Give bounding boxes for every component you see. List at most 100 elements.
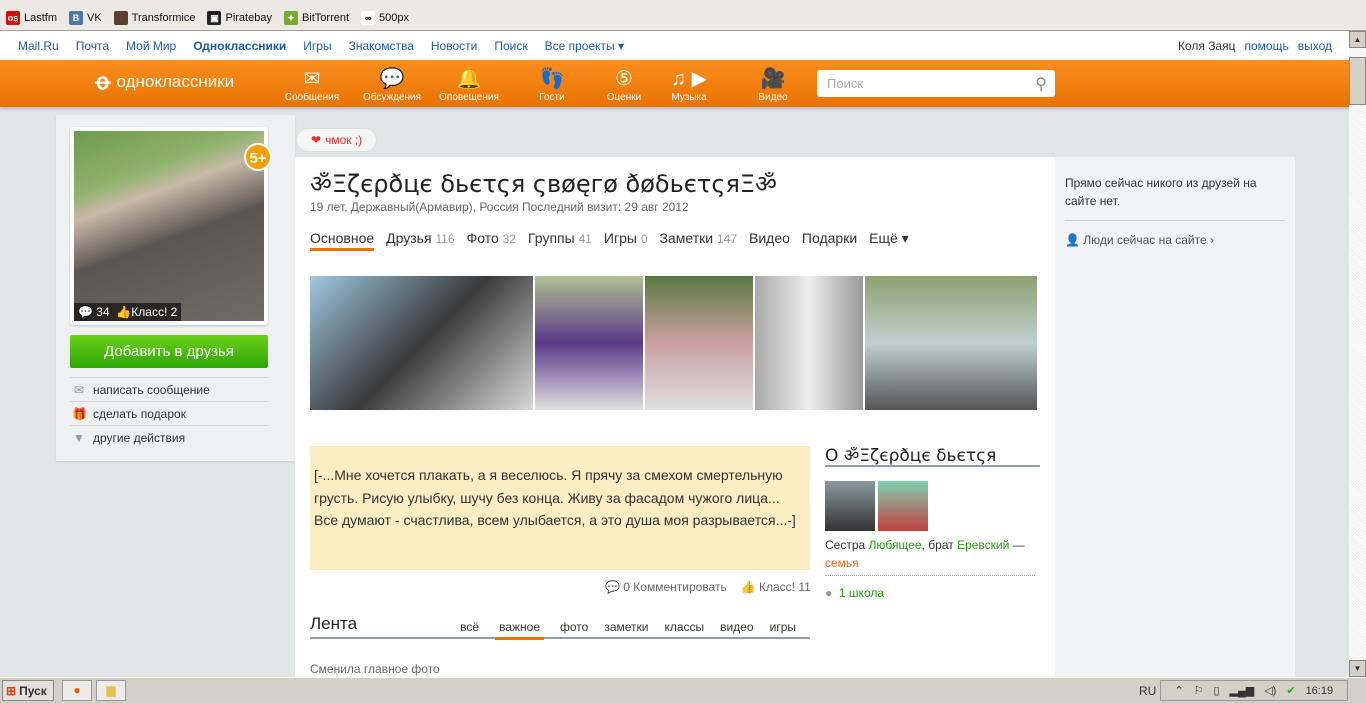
tool-label: Видео	[758, 92, 788, 103]
profile-tab[interactable]: Основное	[310, 230, 375, 251]
photo-thumb[interactable]	[535, 276, 643, 410]
header-guests-button[interactable]: 👣 Гости	[517, 66, 587, 103]
status-actions: 💬 0 Комментировать 👍 Класс! 11	[605, 580, 811, 594]
school-link[interactable]: ● 1 школа	[825, 575, 1035, 600]
nav-search[interactable]: Поиск	[494, 39, 527, 53]
profile-tab[interactable]: Подарки	[802, 230, 857, 251]
profile-tab[interactable]: Ещё ▾	[869, 230, 909, 251]
sister-link[interactable]: Любящее	[869, 538, 922, 552]
tab-label: Видео	[749, 230, 790, 246]
status-text: [-...Мне хочется плакать, а я веселюсь. …	[310, 446, 810, 570]
scroll-down-button[interactable]: ▼	[1349, 660, 1366, 677]
feed-tab[interactable]: важное	[495, 620, 544, 640]
avatar-stats: 💬 34 👍Класс! 2	[74, 303, 182, 321]
header-video-button[interactable]: 🎥 Видео	[738, 66, 808, 103]
avatar[interactable]: 💬 34 👍Класс! 2	[70, 127, 268, 325]
flag-icon[interactable]: ⚐	[1194, 684, 1204, 697]
online-friends-text: Прямо сейчас никого из друзей на сайте н…	[1065, 176, 1257, 208]
windows-icon: ⊞	[6, 683, 17, 698]
gift-status[interactable]: ❤ чмок ;)	[296, 128, 378, 152]
user-name[interactable]: Коля Заяц	[1178, 39, 1236, 53]
network-icon[interactable]: ✔	[1286, 684, 1295, 697]
feed-header: Лента всё важное фото заметки классы видео игры	[310, 614, 810, 640]
profile-tab[interactable]: Заметки 147	[660, 230, 737, 251]
start-button[interactable]: ⊞ Пуск	[2, 680, 54, 701]
photo-thumb[interactable]	[645, 276, 753, 410]
transformice-icon	[113, 11, 128, 25]
status-klass-button[interactable]: 👍 Класс! 11	[741, 580, 811, 594]
bookmarks-bar: os Lastfm B VK Transformice ▣ Piratebay ✦ BitTor…	[0, 0, 1366, 31]
add-friend-button[interactable]: Добавить в друзья	[70, 335, 268, 368]
profile-tab[interactable]: Игры 0	[604, 230, 648, 251]
brother-link[interactable]: Еревский	[957, 538, 1009, 552]
feed-tab[interactable]: фото	[560, 620, 588, 640]
nav-mail[interactable]: Почта	[76, 39, 109, 53]
photo-thumb[interactable]	[865, 276, 1037, 410]
bookmark-bittorrent[interactable]: ✦ BitTorrent	[283, 11, 349, 25]
feed-tab[interactable]: видео	[720, 620, 753, 640]
profile-tab[interactable]: Друзья 116	[386, 230, 454, 251]
ok-logo-icon: ꝋ	[95, 69, 111, 94]
profile-tab[interactable]: Видео	[749, 230, 790, 251]
nav-games[interactable]: Игры	[303, 39, 331, 53]
people-online-link[interactable]: 👤 Люди сейчас на сайте ›	[1065, 220, 1285, 247]
nav-moymir[interactable]: Мой Мир	[126, 39, 176, 53]
scrollbar-thumb[interactable]	[1349, 57, 1366, 105]
header-ratings-button[interactable]: ⑤ Оценки	[589, 66, 659, 103]
clock[interactable]: 16:19	[1306, 685, 1334, 697]
feed-tabs: всё важное фото заметки классы видео игры	[460, 620, 796, 640]
header-music-button[interactable]: ♫ ▶ Музыка	[654, 66, 724, 103]
volume-icon[interactable]: ◁)	[1264, 684, 1276, 697]
scroll-up-button[interactable]: ▲	[1349, 31, 1366, 48]
expand-tray-icon[interactable]: ⌃	[1174, 684, 1183, 697]
feed-tab[interactable]: заметки	[604, 620, 648, 640]
nav-odnoklassniki[interactable]: Одноклассники	[193, 39, 286, 53]
nav-dating[interactable]: Знакомства	[349, 39, 414, 53]
tab-label: Друзья	[386, 230, 432, 246]
explorer-taskbar-button[interactable]: ▆	[96, 680, 126, 701]
nav-all-projects[interactable]: Все проекты ▾	[545, 39, 624, 53]
status-comment-button[interactable]: 💬 0 Комментировать	[605, 580, 727, 594]
header-discussions-button[interactable]: 💬 Обсуждения	[357, 66, 427, 103]
feed-tab[interactable]: игры	[770, 620, 796, 640]
send-message-action[interactable]: ✉ написать сообщение	[70, 377, 268, 401]
search-icon[interactable]: ⚲	[1035, 74, 1047, 94]
vertical-scrollbar[interactable]: ▲ ▼	[1349, 31, 1366, 677]
header-messages-button[interactable]: ✉ Сообщения	[277, 66, 347, 103]
piratebay-icon: ▣	[207, 11, 222, 25]
relative-avatar[interactable]	[825, 481, 875, 531]
bookmark-lastfm[interactable]: os Lastfm	[6, 11, 57, 25]
relatives: Сестра Любящее, брат Еревский — семья	[825, 536, 1045, 572]
vip-badge[interactable]: 5+	[244, 143, 272, 171]
avatar-klass[interactable]: Класс! 2	[131, 305, 177, 319]
globe-icon: ●	[825, 586, 833, 600]
relative-avatar[interactable]	[878, 481, 928, 531]
feed-tab[interactable]: всё	[460, 620, 479, 640]
search-input[interactable]: Поиск ⚲	[817, 70, 1055, 97]
header-notifications-button[interactable]: 🔔 Оповещения	[434, 66, 504, 103]
help-link[interactable]: помощь	[1244, 39, 1288, 53]
bookmark-transformice[interactable]: Transformice	[113, 11, 195, 25]
family-link[interactable]: семья	[825, 556, 859, 570]
profile-tab[interactable]: Фото 32	[467, 230, 516, 251]
signal-icon[interactable]: ▂▄▆	[1230, 684, 1255, 697]
ok-logo[interactable]: ꝋ одноклассники	[95, 69, 234, 95]
language-indicator[interactable]: RU	[1139, 684, 1156, 698]
feed-tab[interactable]: классы	[664, 620, 704, 640]
logout-link[interactable]: выход	[1298, 39, 1332, 53]
nav-news[interactable]: Новости	[431, 39, 477, 53]
other-actions[interactable]: ▼ другие действия	[70, 425, 268, 449]
photo-thumb[interactable]	[310, 276, 533, 410]
photo-thumb[interactable]	[755, 276, 863, 410]
bookmark-vk[interactable]: B VK	[69, 11, 102, 25]
bookmark-500px[interactable]: ∞ 500px	[361, 11, 409, 25]
tab-label: Игры	[603, 230, 637, 246]
nav-mailru[interactable]: Mail.Ru	[18, 39, 59, 53]
profile-tab[interactable]: Группы 41	[528, 230, 592, 251]
firefox-taskbar-button[interactable]: ●	[62, 680, 92, 701]
power-icon[interactable]: ▯	[1213, 684, 1219, 697]
give-gift-action[interactable]: 🎁 сделать подарок	[70, 401, 268, 425]
search-placeholder: Поиск	[827, 76, 864, 91]
bookmark-piratebay[interactable]: ▣ Piratebay	[207, 11, 272, 25]
avatar-comments[interactable]: 34	[96, 305, 109, 319]
